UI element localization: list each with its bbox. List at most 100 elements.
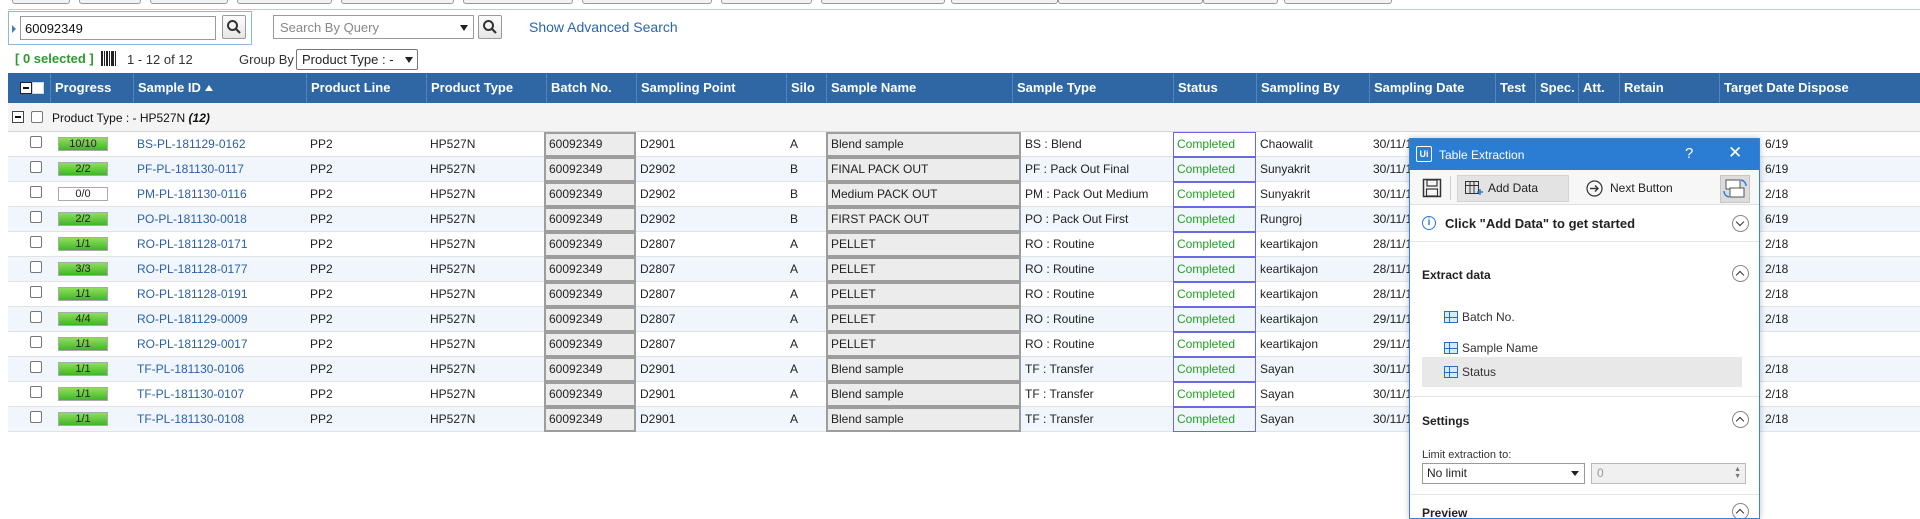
toolbar-button[interactable] <box>150 0 228 4</box>
save-icon[interactable] <box>1422 178 1442 198</box>
progress-label: 1/1 <box>75 288 91 300</box>
query-search-button[interactable] <box>478 15 502 39</box>
toolbar-button[interactable] <box>341 0 454 4</box>
pager-info: 1 - 12 of 12 <box>127 52 193 67</box>
cell-sample-id[interactable]: RO-PL-181128-0171 <box>133 232 306 257</box>
column-header-sampling-by[interactable]: Sampling By <box>1256 73 1369 103</box>
column-header-sampling-point[interactable]: Sampling Point <box>636 73 786 103</box>
column-header-progress[interactable]: Progress <box>50 73 133 103</box>
row-checkbox[interactable] <box>30 411 42 423</box>
close-button[interactable]: ✕ <box>1728 143 1742 163</box>
search-button[interactable] <box>222 15 246 39</box>
cell-sample-id[interactable]: PF-PL-181130-0117 <box>133 157 306 182</box>
chevron-up-icon[interactable] <box>1732 503 1749 518</box>
row-checkbox[interactable] <box>30 361 42 373</box>
progress-bar: 0/0 <box>58 187 108 201</box>
cell-sample-name: FIRST PACK OUT <box>826 207 1021 232</box>
column-header-retain[interactable]: Retain <box>1619 73 1719 103</box>
extract-field-item[interactable]: Status <box>1422 357 1742 387</box>
cell-sampling-by: Sayan <box>1260 387 1295 401</box>
row-checkbox[interactable] <box>30 261 42 273</box>
toolbar-button[interactable] <box>79 0 141 4</box>
cell-sampling-point: D2807 <box>640 262 676 276</box>
column-header-status[interactable]: Status <box>1173 73 1256 103</box>
cell-sample-id[interactable]: TF-PL-181130-0108 <box>133 407 306 432</box>
limit-number-input[interactable]: 0 ▲ ▼ <box>1591 463 1746 484</box>
collapse-caret-icon[interactable] <box>12 25 16 33</box>
column-header-product-line[interactable]: Product Line <box>306 73 426 103</box>
toolbar-button[interactable] <box>821 0 945 4</box>
column-header-batch-no[interactable]: Batch No. <box>546 73 636 103</box>
toolbar-button[interactable] <box>721 0 812 4</box>
cell-sample-name: Blend sample <box>826 407 1021 432</box>
collapse-all-button[interactable] <box>20 82 32 94</box>
cell-product-line: PP2 <box>310 412 333 426</box>
collapse-group-button[interactable] <box>12 111 24 123</box>
cell-sample-type: BS : Blend <box>1025 137 1082 151</box>
chevron-up-icon[interactable] <box>1732 411 1749 428</box>
cell-target-date-dispose: 2/18 <box>1765 412 1789 426</box>
toolbar-button[interactable] <box>12 0 70 4</box>
groupby-select[interactable]: Product Type : - <box>296 49 418 70</box>
cell-sample-id[interactable]: RO-PL-181129-0017 <box>133 332 306 357</box>
barcode-icon[interactable] <box>101 51 117 66</box>
limit-select[interactable]: No limit <box>1422 463 1585 484</box>
progress-bar: 4/4 <box>58 312 108 326</box>
toolbar-button[interactable] <box>582 0 712 4</box>
column-header-sample-type[interactable]: Sample Type <box>1012 73 1173 103</box>
toolbar-button[interactable] <box>1203 0 1278 4</box>
search-input[interactable] <box>20 16 216 40</box>
column-header-test[interactable]: Test <box>1495 73 1535 103</box>
add-data-button[interactable]: Add Data <box>1457 175 1569 202</box>
cell-target-date-dispose: 2/18 <box>1765 287 1789 301</box>
row-checkbox[interactable] <box>30 211 42 223</box>
cell-sample-id[interactable]: RO-PL-181128-0177 <box>133 257 306 282</box>
column-header-sampling-date[interactable]: Sampling Date <box>1369 73 1495 103</box>
cell-sample-id[interactable]: PO-PL-181130-0018 <box>133 207 306 232</box>
refresh-button[interactable] <box>1720 175 1750 203</box>
help-button[interactable]: ? <box>1685 145 1693 162</box>
toolbar-button[interactable] <box>1058 0 1203 4</box>
row-checkbox[interactable] <box>30 311 42 323</box>
column-header-spec[interactable]: Spec. <box>1535 73 1578 103</box>
spinner-arrows-icon[interactable]: ▲ ▼ <box>1734 466 1741 480</box>
column-header-silo[interactable]: Silo <box>786 73 826 103</box>
chevron-down-icon[interactable] <box>1732 215 1749 232</box>
column-header-product-type[interactable]: Product Type <box>426 73 546 103</box>
toolbar-button[interactable] <box>237 0 332 4</box>
cell-product-type: HP527N <box>430 312 476 326</box>
cell-sample-id[interactable]: TF-PL-181130-0106 <box>133 357 306 382</box>
row-checkbox[interactable] <box>30 186 42 198</box>
cell-sampling-point: D2807 <box>640 237 676 251</box>
cell-sample-id[interactable]: RO-PL-181128-0191 <box>133 282 306 307</box>
group-checkbox[interactable] <box>31 111 43 123</box>
cell-sample-id[interactable]: RO-PL-181129-0009 <box>133 307 306 332</box>
query-select[interactable]: Search By Query <box>273 15 474 39</box>
toolbar-button[interactable] <box>463 0 573 4</box>
column-header-sample-id[interactable]: Sample ID <box>133 73 306 103</box>
row-checkbox[interactable] <box>30 236 42 248</box>
row-checkbox[interactable] <box>30 161 42 173</box>
column-header-target-date-dispose[interactable]: Target Date Dispose <box>1719 73 1920 103</box>
extract-field-item[interactable]: Batch No. <box>1422 302 1742 332</box>
chevron-up-icon[interactable] <box>1732 265 1749 282</box>
cell-batch-no: 60092349 <box>544 332 636 357</box>
column-header-att[interactable]: Att. <box>1578 73 1619 103</box>
cell-sampling-by: Sayan <box>1260 362 1295 376</box>
advanced-search-link[interactable]: Show Advanced Search <box>529 19 678 35</box>
row-checkbox[interactable] <box>30 136 42 148</box>
cell-product-line: PP2 <box>310 362 333 376</box>
select-all-checkbox[interactable] <box>32 82 44 94</box>
info-banner: i Click "Add Data" to get started <box>1410 205 1759 242</box>
next-button[interactable]: Next Button <box>1580 175 1673 202</box>
row-checkbox[interactable] <box>30 286 42 298</box>
row-checkbox[interactable] <box>30 336 42 348</box>
cell-sample-id[interactable]: BS-PL-181129-0162 <box>133 132 306 157</box>
cell-sample-id[interactable]: TF-PL-181130-0107 <box>133 382 306 407</box>
cell-product-type: HP527N <box>430 237 476 251</box>
row-checkbox[interactable] <box>30 386 42 398</box>
cell-sample-id[interactable]: PM-PL-181130-0116 <box>133 182 306 207</box>
toolbar-button[interactable] <box>951 0 1058 4</box>
toolbar-button[interactable] <box>1284 0 1392 4</box>
column-header-sample-name[interactable]: Sample Name <box>826 73 1012 103</box>
